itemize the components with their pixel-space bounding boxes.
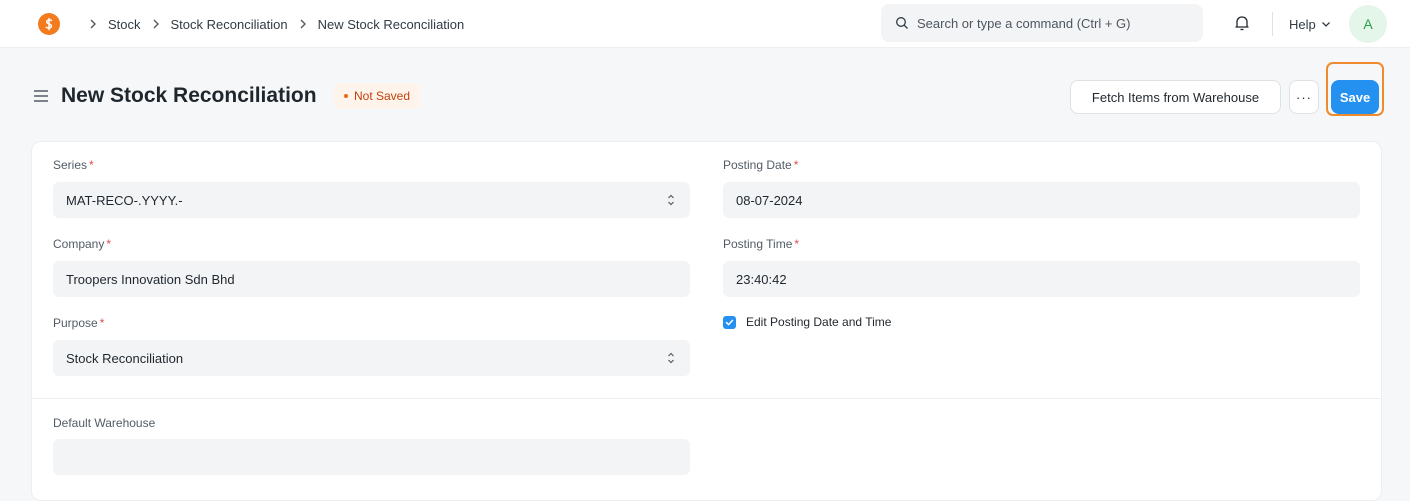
posting-time-field[interactable] — [723, 261, 1360, 297]
chevron-right-icon — [298, 19, 308, 29]
bell-icon[interactable] — [1233, 13, 1251, 33]
section-divider — [31, 398, 1382, 399]
search-input[interactable] — [917, 8, 1197, 38]
purpose-value: Stock Reconciliation — [66, 350, 184, 366]
company-input[interactable] — [66, 261, 677, 297]
default-warehouse-field[interactable] — [53, 439, 690, 475]
breadcrumb-stock-reconciliation[interactable]: Stock Reconciliation — [171, 17, 288, 32]
status-dot-icon — [344, 94, 348, 98]
company-label: Company * — [53, 237, 112, 251]
select-arrows-icon — [668, 352, 674, 364]
breadcrumb-stock[interactable]: Stock — [108, 17, 141, 32]
select-arrows-icon — [668, 194, 674, 206]
search-box[interactable] — [881, 4, 1203, 42]
chevron-down-icon — [1316, 19, 1331, 29]
more-actions-button[interactable]: ··· — [1289, 80, 1319, 114]
company-field[interactable] — [53, 261, 690, 297]
posting-date-field[interactable] — [723, 182, 1360, 218]
edit-posting-checkbox[interactable] — [723, 316, 736, 329]
app-logo-icon[interactable] — [38, 13, 60, 35]
series-select[interactable]: MAT-RECO-.YYYY.- — [53, 182, 690, 218]
purpose-label: Purpose * — [53, 316, 105, 330]
default-warehouse-label: Default Warehouse — [53, 416, 156, 430]
hamburger-icon[interactable] — [33, 89, 49, 103]
nav-divider — [1272, 12, 1273, 36]
breadcrumb-new-stock-reconciliation[interactable]: New Stock Reconciliation — [318, 17, 465, 32]
save-button[interactable]: Save — [1331, 80, 1379, 114]
help-menu[interactable]: Help — [1289, 0, 1331, 48]
status-text: Not Saved — [354, 89, 411, 103]
breadcrumb: Stock Stock Reconciliation New Stock Rec… — [78, 0, 464, 48]
navbar: Stock Stock Reconciliation New Stock Rec… — [0, 0, 1410, 48]
page-title: New Stock Reconciliation — [61, 84, 317, 107]
posting-date-input[interactable] — [736, 182, 1347, 218]
posting-time-label: Posting Time * — [723, 237, 800, 251]
avatar[interactable]: A — [1349, 5, 1387, 43]
check-icon — [725, 319, 734, 326]
edit-posting-label[interactable]: Edit Posting Date and Time — [746, 315, 891, 329]
help-label: Help — [1289, 16, 1316, 32]
posting-date-label: Posting Date * — [723, 158, 799, 172]
posting-time-input[interactable] — [736, 261, 1347, 297]
chevron-right-icon — [88, 19, 98, 29]
search-icon — [895, 16, 909, 30]
series-value: MAT-RECO-.YYYY.- — [66, 192, 183, 208]
fetch-items-button[interactable]: Fetch Items from Warehouse — [1070, 80, 1281, 114]
chevron-right-icon — [151, 19, 161, 29]
status-badge: Not Saved — [334, 83, 421, 109]
default-warehouse-input[interactable] — [66, 439, 677, 475]
purpose-select[interactable]: Stock Reconciliation — [53, 340, 690, 376]
series-label: Series * — [53, 158, 94, 172]
